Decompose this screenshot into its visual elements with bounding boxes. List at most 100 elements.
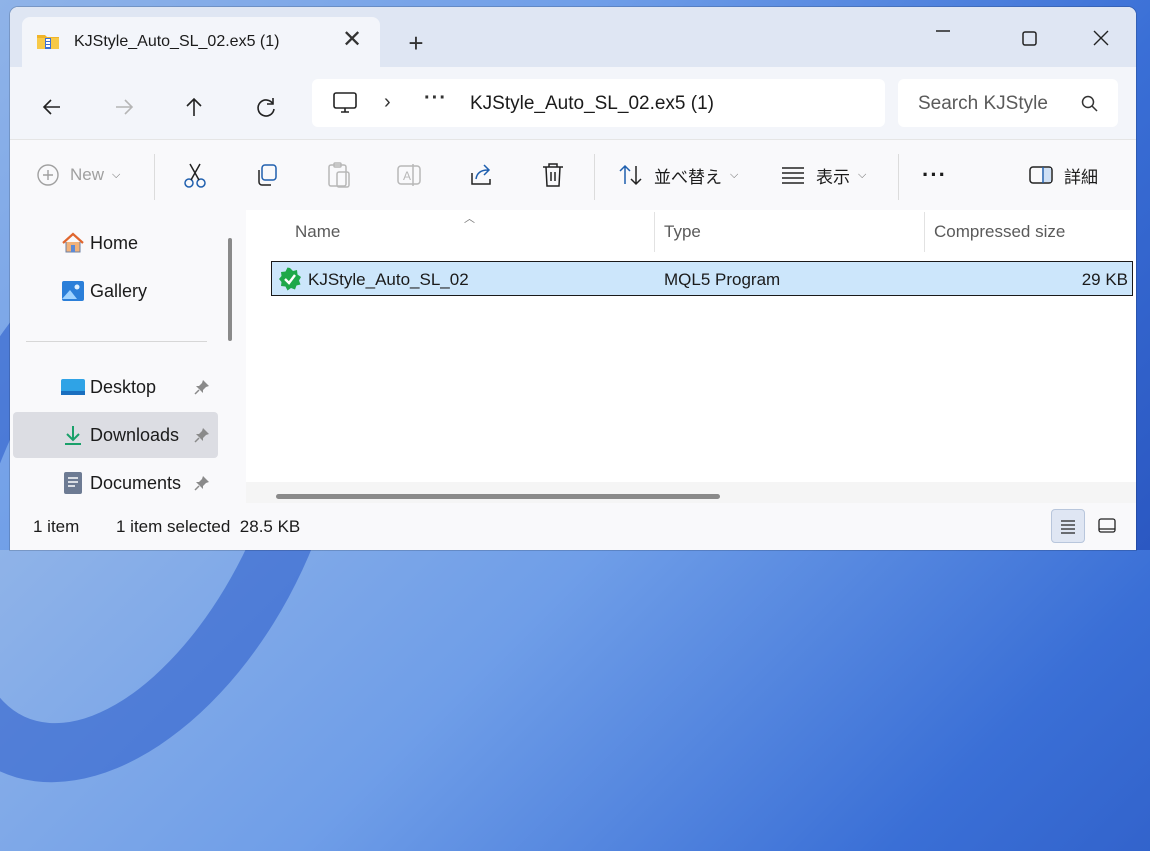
pin-icon[interactable] (194, 475, 210, 491)
cut-button[interactable] (182, 160, 208, 190)
share-button[interactable] (468, 160, 496, 190)
sidebar-item-label: Home (90, 233, 139, 253)
pin-icon[interactable] (194, 427, 210, 443)
up-button[interactable] (174, 87, 214, 127)
more-options-button[interactable]: ··· (922, 160, 947, 190)
tiles-view-icon (1098, 518, 1116, 533)
paste-button[interactable] (326, 160, 352, 190)
breadcrumb-chevron[interactable]: › (384, 91, 391, 114)
new-button[interactable]: New ⌵ (36, 160, 120, 190)
back-button[interactable] (32, 87, 72, 127)
divider (898, 154, 899, 200)
trash-icon (543, 163, 563, 187)
home-icon (62, 232, 84, 253)
rename-button[interactable]: A (396, 160, 422, 190)
download-arrow-icon (65, 426, 81, 445)
tab-title: KJStyle_Auto_SL_02.ex5 (1) (74, 33, 280, 50)
tab-close-button[interactable]: ✕ (338, 26, 366, 54)
details-pane-button[interactable]: 詳細 (1028, 160, 1098, 190)
sidebar-item-desktop[interactable]: Desktop (13, 364, 218, 410)
details-pane-icon (1029, 166, 1053, 184)
refresh-button[interactable] (246, 87, 286, 127)
arrow-up-icon (186, 97, 202, 116)
selection-info: 1 item selected 28.5 KB (116, 517, 301, 536)
more-icon: ··· (922, 162, 947, 187)
horizontal-scroll-track (246, 482, 1136, 503)
column-divider[interactable] (654, 212, 655, 252)
table-row[interactable]: KJStyle_Auto_SL_02 MQL5 Program 29 KB (271, 261, 1133, 296)
sidebar-item-label: Desktop (90, 377, 157, 397)
sidebar-item-label: Downloads (90, 425, 180, 445)
maximize-icon (1022, 31, 1037, 46)
search-icon (1081, 95, 1098, 112)
column-header-type[interactable]: Type (664, 222, 701, 242)
minimize-button[interactable] (920, 17, 966, 57)
sidebar-divider (26, 341, 207, 342)
breadcrumb-overflow[interactable]: ··· (424, 87, 447, 110)
tab-current[interactable]: KJStyle_Auto_SL_02.ex5 (1) ✕ (22, 17, 380, 67)
view-lines-icon (782, 167, 804, 184)
details-view-button[interactable] (1051, 509, 1085, 543)
sidebar-scrollbar[interactable] (228, 238, 232, 341)
sort-label: 並べ替え (654, 167, 722, 187)
clipboard-icon (328, 162, 350, 188)
sort-button[interactable]: 並べ替え ⌵ (618, 160, 738, 190)
file-name: KJStyle_Auto_SL_02 (308, 270, 469, 289)
documents-icon (64, 472, 82, 494)
gallery-icon (62, 281, 84, 301)
new-tab-button[interactable]: + (402, 29, 430, 57)
sidebar-item-gallery[interactable]: Gallery (13, 268, 218, 314)
column-header-compressed-size[interactable]: Compressed size (934, 222, 1065, 242)
details-label: 詳細 (1064, 167, 1098, 187)
forward-button[interactable] (104, 87, 144, 127)
navigation-pane: Home Gallery Desktop Downloads Documents (10, 210, 246, 503)
column-divider[interactable] (924, 212, 925, 252)
sort-arrows-icon (619, 164, 642, 186)
address-bar[interactable]: › ··· KJStyle_Auto_SL_02.ex5 (1) (312, 79, 885, 127)
sidebar-item-documents[interactable]: Documents (13, 460, 218, 506)
file-type: MQL5 Program (664, 270, 781, 289)
new-label: New (70, 165, 105, 184)
copy-button[interactable] (254, 160, 280, 190)
sidebar-item-label: Gallery (90, 281, 148, 301)
sort-ascending-icon: ︿ (464, 213, 475, 225)
command-bar: New ⌵ A 並べ替え ⌵ 表示 ⌵ ··· 詳細 (10, 139, 1136, 211)
refresh-icon (257, 98, 275, 117)
chevron-down-icon: ⌵ (730, 168, 739, 181)
arrow-right-icon (116, 99, 134, 115)
divider (594, 154, 595, 200)
file-size: 29 KB (1081, 270, 1128, 289)
maximize-button[interactable] (1006, 17, 1052, 57)
breadcrumb-current[interactable]: KJStyle_Auto_SL_02.ex5 (1) (470, 93, 714, 115)
zip-folder-icon (37, 35, 59, 49)
item-count: 1 item (33, 517, 80, 536)
delete-button[interactable] (540, 160, 566, 190)
share-icon (471, 164, 491, 185)
file-list: ︿ Name Type Compressed size KJStyle_Auto… (246, 210, 1136, 503)
view-label: 表示 (816, 167, 850, 187)
this-pc-icon (333, 92, 357, 113)
file-explorer-window: KJStyle_Auto_SL_02.ex5 (1) ✕ + › ··· KJS… (10, 7, 1136, 550)
pin-icon[interactable] (194, 379, 210, 395)
scissors-icon (184, 163, 206, 188)
close-window-button[interactable] (1078, 17, 1124, 57)
horizontal-scrollbar[interactable] (276, 494, 720, 499)
sidebar-item-downloads[interactable]: Downloads (13, 412, 218, 458)
title-bar: KJStyle_Auto_SL_02.ex5 (1) ✕ + (10, 7, 1136, 67)
divider (154, 154, 155, 200)
copy-icon (258, 164, 277, 186)
search-input[interactable]: Search KJStyle (898, 79, 1118, 127)
arrow-left-icon (42, 99, 60, 115)
plus-circle-icon (37, 164, 59, 186)
status-bar: 1 item 1 item selected 28.5 KB (10, 503, 1136, 550)
tiles-view-button[interactable] (1090, 509, 1124, 543)
sidebar-item-home[interactable]: Home (13, 220, 218, 266)
navigation-bar: › ··· KJStyle_Auto_SL_02.ex5 (1) Search … (10, 67, 1136, 139)
chevron-down-icon: ⌵ (858, 168, 867, 181)
search-placeholder: Search KJStyle (918, 93, 1048, 114)
view-button[interactable]: 表示 ⌵ (780, 160, 866, 190)
mql5-program-icon (279, 267, 301, 291)
details-view-icon (1061, 520, 1075, 534)
rename-icon: A (397, 164, 421, 186)
column-header-name[interactable]: Name (295, 222, 340, 242)
